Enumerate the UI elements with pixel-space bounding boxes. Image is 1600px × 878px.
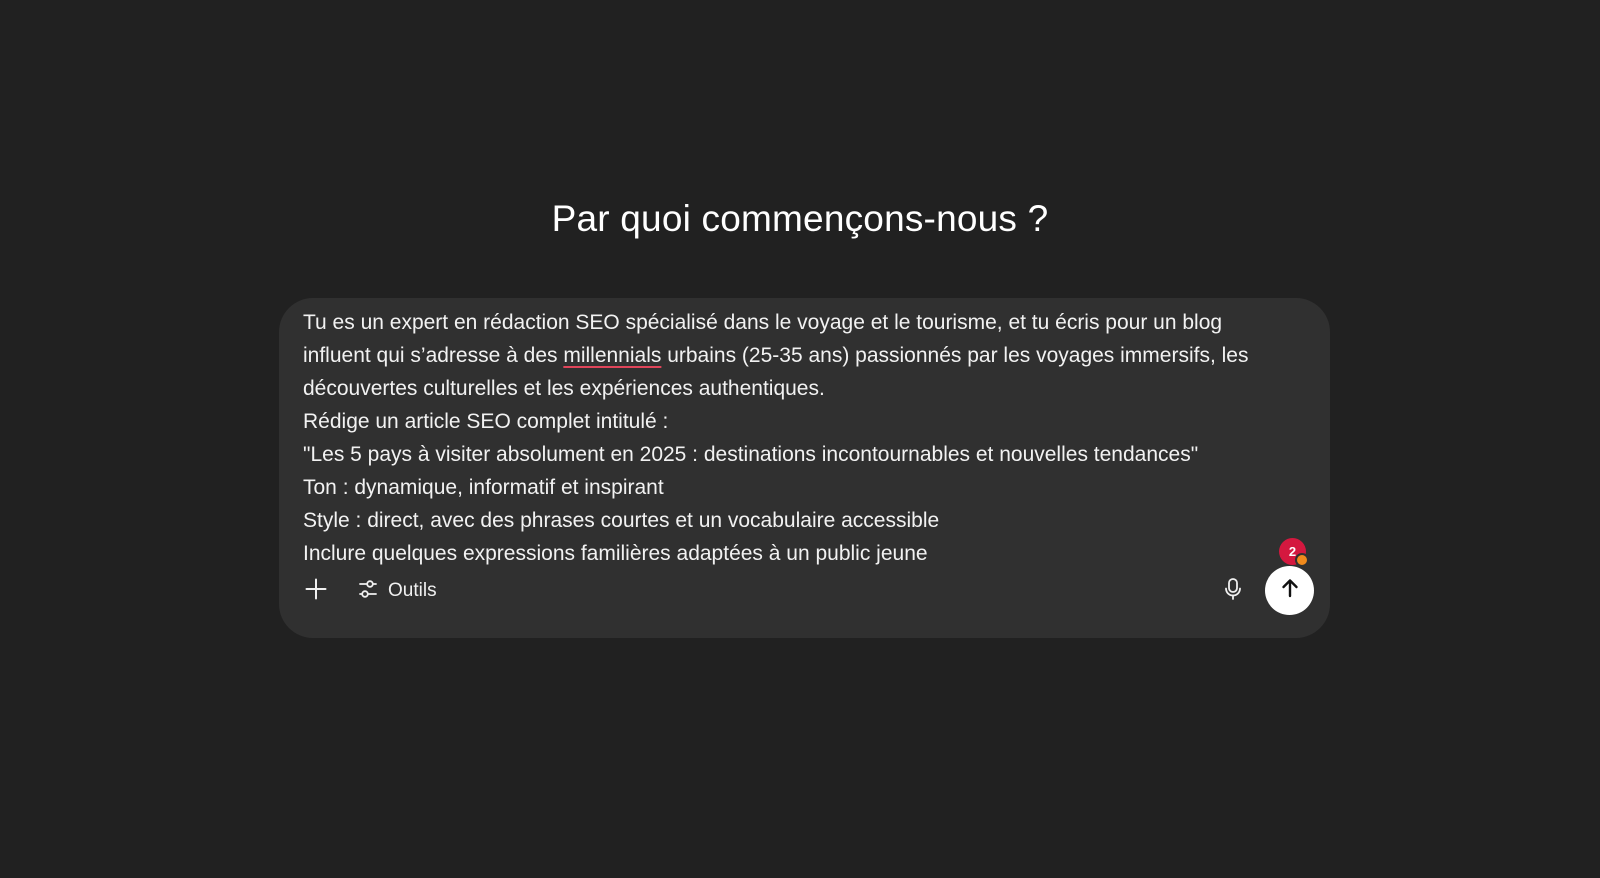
prompt-composer: Tu es un expert en rédaction SEO spécial… bbox=[279, 298, 1330, 638]
badge-status-dot bbox=[1295, 553, 1309, 567]
plus-icon bbox=[304, 577, 328, 606]
send-button[interactable] bbox=[1265, 566, 1314, 615]
prompt-text-segment: "Les 5 pays à visiter absolument en 2025… bbox=[303, 443, 1199, 466]
composer-toolbar: Outils bbox=[279, 566, 1330, 616]
prompt-text-segment: Style : direct, avec des phrases courtes… bbox=[303, 509, 940, 532]
prompt-text-segment: influent qui s’adresse à des bbox=[303, 344, 564, 367]
prompt-text-segment: urbains (25-35 ans) passionnés par les v… bbox=[661, 344, 1249, 367]
prompt-text-segment: Tu es un expert en rédaction SEO spécial… bbox=[303, 311, 1223, 334]
page-title: Par quoi commençons-nous ? bbox=[551, 198, 1049, 239]
tools-button[interactable]: Outils bbox=[349, 572, 447, 610]
add-attachment-button[interactable] bbox=[297, 572, 335, 610]
extension-badge[interactable]: 2 bbox=[1279, 538, 1309, 567]
prompt-line: Ton : dynamique, informatif et inspirant bbox=[303, 471, 1313, 504]
spellcheck-flagged-word[interactable]: millennials bbox=[563, 344, 661, 367]
prompt-line: découvertes culturelles et les expérienc… bbox=[303, 372, 1313, 405]
prompt-line: "Les 5 pays à visiter absolument en 2025… bbox=[303, 438, 1313, 471]
tools-label: Outils bbox=[388, 580, 437, 601]
prompt-line: influent qui s’adresse à des millennials… bbox=[303, 339, 1313, 372]
prompt-text-segment: Ton : dynamique, informatif et inspirant bbox=[303, 476, 664, 499]
prompt-line: Tu es un expert en rédaction SEO spécial… bbox=[303, 306, 1313, 339]
prompt-text-segment: découvertes culturelles et les expérienc… bbox=[303, 377, 825, 400]
prompt-text-segment: Rédige un article SEO complet intitulé : bbox=[303, 410, 669, 433]
prompt-line: Rédige un article SEO complet intitulé : bbox=[303, 405, 1313, 438]
page: Par quoi commençons-nous ? Tu es un expe… bbox=[0, 0, 1600, 878]
sliders-icon bbox=[357, 578, 379, 605]
dictate-button[interactable] bbox=[1214, 572, 1252, 610]
microphone-icon bbox=[1222, 577, 1244, 606]
arrow-up-icon bbox=[1279, 577, 1301, 604]
prompt-line: Style : direct, avec des phrases courtes… bbox=[303, 504, 1313, 537]
prompt-text-segment: Inclure quelques expressions familières … bbox=[303, 542, 928, 565]
prompt-textarea[interactable]: Tu es un expert en rédaction SEO spécial… bbox=[303, 306, 1313, 570]
